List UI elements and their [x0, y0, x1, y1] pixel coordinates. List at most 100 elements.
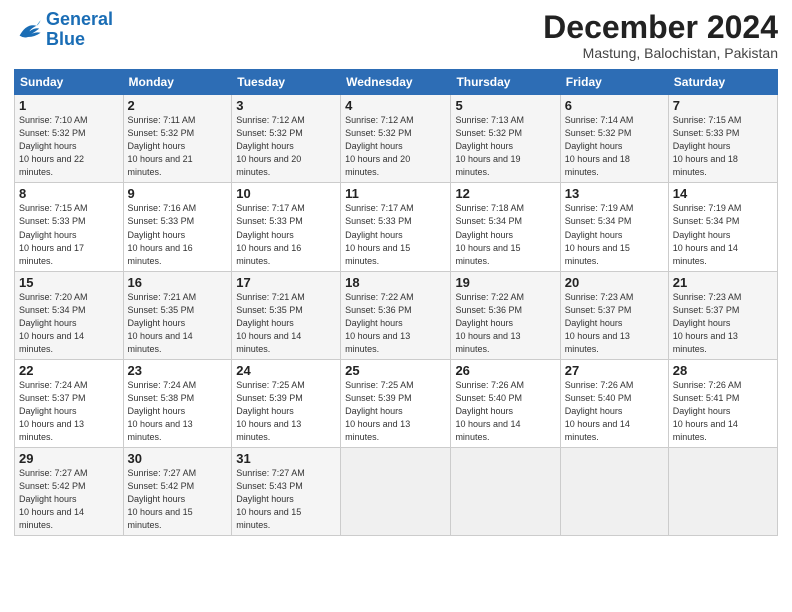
calendar-week-2: 8Sunrise: 7:15 AMSunset: 5:33 PMDaylight… — [15, 183, 778, 271]
header-monday: Monday — [123, 70, 232, 95]
calendar-cell: 5Sunrise: 7:13 AMSunset: 5:32 PMDaylight… — [451, 95, 560, 183]
header-saturday: Saturday — [668, 70, 777, 95]
day-number: 22 — [19, 363, 119, 378]
day-number: 19 — [455, 275, 555, 290]
title-block: December 2024 Mastung, Balochistan, Paki… — [543, 10, 778, 61]
day-info: Sunrise: 7:15 AMSunset: 5:33 PMDaylight … — [673, 114, 773, 179]
calendar-cell: 19Sunrise: 7:22 AMSunset: 5:36 PMDayligh… — [451, 271, 560, 359]
calendar-cell: 15Sunrise: 7:20 AMSunset: 5:34 PMDayligh… — [15, 271, 124, 359]
day-number: 12 — [455, 186, 555, 201]
calendar-table: SundayMondayTuesdayWednesdayThursdayFrid… — [14, 69, 778, 536]
calendar-cell: 26Sunrise: 7:26 AMSunset: 5:40 PMDayligh… — [451, 359, 560, 447]
header-wednesday: Wednesday — [341, 70, 451, 95]
day-info: Sunrise: 7:23 AMSunset: 5:37 PMDaylight … — [673, 291, 773, 356]
day-number: 7 — [673, 98, 773, 113]
calendar-header-row: SundayMondayTuesdayWednesdayThursdayFrid… — [15, 70, 778, 95]
calendar-cell: 4Sunrise: 7:12 AMSunset: 5:32 PMDaylight… — [341, 95, 451, 183]
day-info: Sunrise: 7:12 AMSunset: 5:32 PMDaylight … — [345, 114, 446, 179]
day-info: Sunrise: 7:17 AMSunset: 5:33 PMDaylight … — [236, 202, 336, 267]
page-container: General Blue December 2024 Mastung, Balo… — [0, 0, 792, 542]
location-subtitle: Mastung, Balochistan, Pakistan — [543, 45, 778, 61]
day-info: Sunrise: 7:16 AMSunset: 5:33 PMDaylight … — [128, 202, 228, 267]
day-info: Sunrise: 7:23 AMSunset: 5:37 PMDaylight … — [565, 291, 664, 356]
calendar-cell: 22Sunrise: 7:24 AMSunset: 5:37 PMDayligh… — [15, 359, 124, 447]
calendar-cell — [668, 448, 777, 536]
day-info: Sunrise: 7:25 AMSunset: 5:39 PMDaylight … — [345, 379, 446, 444]
calendar-cell: 21Sunrise: 7:23 AMSunset: 5:37 PMDayligh… — [668, 271, 777, 359]
calendar-cell: 30Sunrise: 7:27 AMSunset: 5:42 PMDayligh… — [123, 448, 232, 536]
calendar-cell: 8Sunrise: 7:15 AMSunset: 5:33 PMDaylight… — [15, 183, 124, 271]
day-number: 16 — [128, 275, 228, 290]
day-number: 17 — [236, 275, 336, 290]
day-info: Sunrise: 7:22 AMSunset: 5:36 PMDaylight … — [345, 291, 446, 356]
logo-icon — [14, 16, 42, 44]
header-sunday: Sunday — [15, 70, 124, 95]
day-number: 28 — [673, 363, 773, 378]
day-info: Sunrise: 7:21 AMSunset: 5:35 PMDaylight … — [236, 291, 336, 356]
calendar-cell — [451, 448, 560, 536]
day-number: 18 — [345, 275, 446, 290]
calendar-cell: 25Sunrise: 7:25 AMSunset: 5:39 PMDayligh… — [341, 359, 451, 447]
calendar-week-5: 29Sunrise: 7:27 AMSunset: 5:42 PMDayligh… — [15, 448, 778, 536]
day-number: 3 — [236, 98, 336, 113]
day-number: 21 — [673, 275, 773, 290]
day-info: Sunrise: 7:10 AMSunset: 5:32 PMDaylight … — [19, 114, 119, 179]
calendar-cell: 18Sunrise: 7:22 AMSunset: 5:36 PMDayligh… — [341, 271, 451, 359]
header-tuesday: Tuesday — [232, 70, 341, 95]
calendar-cell: 16Sunrise: 7:21 AMSunset: 5:35 PMDayligh… — [123, 271, 232, 359]
day-info: Sunrise: 7:26 AMSunset: 5:40 PMDaylight … — [455, 379, 555, 444]
day-number: 1 — [19, 98, 119, 113]
day-info: Sunrise: 7:22 AMSunset: 5:36 PMDaylight … — [455, 291, 555, 356]
day-number: 20 — [565, 275, 664, 290]
header-thursday: Thursday — [451, 70, 560, 95]
day-number: 13 — [565, 186, 664, 201]
calendar-cell: 20Sunrise: 7:23 AMSunset: 5:37 PMDayligh… — [560, 271, 668, 359]
day-number: 24 — [236, 363, 336, 378]
day-info: Sunrise: 7:27 AMSunset: 5:42 PMDaylight … — [19, 467, 119, 532]
day-info: Sunrise: 7:18 AMSunset: 5:34 PMDaylight … — [455, 202, 555, 267]
day-info: Sunrise: 7:21 AMSunset: 5:35 PMDaylight … — [128, 291, 228, 356]
day-info: Sunrise: 7:27 AMSunset: 5:42 PMDaylight … — [128, 467, 228, 532]
page-header: General Blue December 2024 Mastung, Balo… — [14, 10, 778, 61]
calendar-cell: 14Sunrise: 7:19 AMSunset: 5:34 PMDayligh… — [668, 183, 777, 271]
day-info: Sunrise: 7:19 AMSunset: 5:34 PMDaylight … — [565, 202, 664, 267]
calendar-cell: 6Sunrise: 7:14 AMSunset: 5:32 PMDaylight… — [560, 95, 668, 183]
day-number: 25 — [345, 363, 446, 378]
calendar-week-4: 22Sunrise: 7:24 AMSunset: 5:37 PMDayligh… — [15, 359, 778, 447]
day-info: Sunrise: 7:24 AMSunset: 5:38 PMDaylight … — [128, 379, 228, 444]
calendar-cell: 29Sunrise: 7:27 AMSunset: 5:42 PMDayligh… — [15, 448, 124, 536]
logo: General Blue — [14, 10, 113, 50]
day-number: 5 — [455, 98, 555, 113]
calendar-cell: 1Sunrise: 7:10 AMSunset: 5:32 PMDaylight… — [15, 95, 124, 183]
day-number: 14 — [673, 186, 773, 201]
calendar-cell — [560, 448, 668, 536]
day-number: 23 — [128, 363, 228, 378]
calendar-cell: 27Sunrise: 7:26 AMSunset: 5:40 PMDayligh… — [560, 359, 668, 447]
calendar-week-3: 15Sunrise: 7:20 AMSunset: 5:34 PMDayligh… — [15, 271, 778, 359]
day-info: Sunrise: 7:25 AMSunset: 5:39 PMDaylight … — [236, 379, 336, 444]
day-info: Sunrise: 7:12 AMSunset: 5:32 PMDaylight … — [236, 114, 336, 179]
calendar-cell: 28Sunrise: 7:26 AMSunset: 5:41 PMDayligh… — [668, 359, 777, 447]
day-number: 10 — [236, 186, 336, 201]
calendar-cell: 13Sunrise: 7:19 AMSunset: 5:34 PMDayligh… — [560, 183, 668, 271]
day-number: 4 — [345, 98, 446, 113]
calendar-cell: 11Sunrise: 7:17 AMSunset: 5:33 PMDayligh… — [341, 183, 451, 271]
calendar-cell: 3Sunrise: 7:12 AMSunset: 5:32 PMDaylight… — [232, 95, 341, 183]
day-info: Sunrise: 7:15 AMSunset: 5:33 PMDaylight … — [19, 202, 119, 267]
day-info: Sunrise: 7:24 AMSunset: 5:37 PMDaylight … — [19, 379, 119, 444]
calendar-cell: 10Sunrise: 7:17 AMSunset: 5:33 PMDayligh… — [232, 183, 341, 271]
day-number: 27 — [565, 363, 664, 378]
day-info: Sunrise: 7:19 AMSunset: 5:34 PMDaylight … — [673, 202, 773, 267]
day-number: 9 — [128, 186, 228, 201]
day-info: Sunrise: 7:11 AMSunset: 5:32 PMDaylight … — [128, 114, 228, 179]
calendar-cell: 17Sunrise: 7:21 AMSunset: 5:35 PMDayligh… — [232, 271, 341, 359]
day-number: 11 — [345, 186, 446, 201]
calendar-cell: 12Sunrise: 7:18 AMSunset: 5:34 PMDayligh… — [451, 183, 560, 271]
calendar-cell: 2Sunrise: 7:11 AMSunset: 5:32 PMDaylight… — [123, 95, 232, 183]
day-number: 6 — [565, 98, 664, 113]
day-info: Sunrise: 7:17 AMSunset: 5:33 PMDaylight … — [345, 202, 446, 267]
day-info: Sunrise: 7:26 AMSunset: 5:41 PMDaylight … — [673, 379, 773, 444]
month-title: December 2024 — [543, 10, 778, 45]
day-number: 30 — [128, 451, 228, 466]
calendar-week-1: 1Sunrise: 7:10 AMSunset: 5:32 PMDaylight… — [15, 95, 778, 183]
